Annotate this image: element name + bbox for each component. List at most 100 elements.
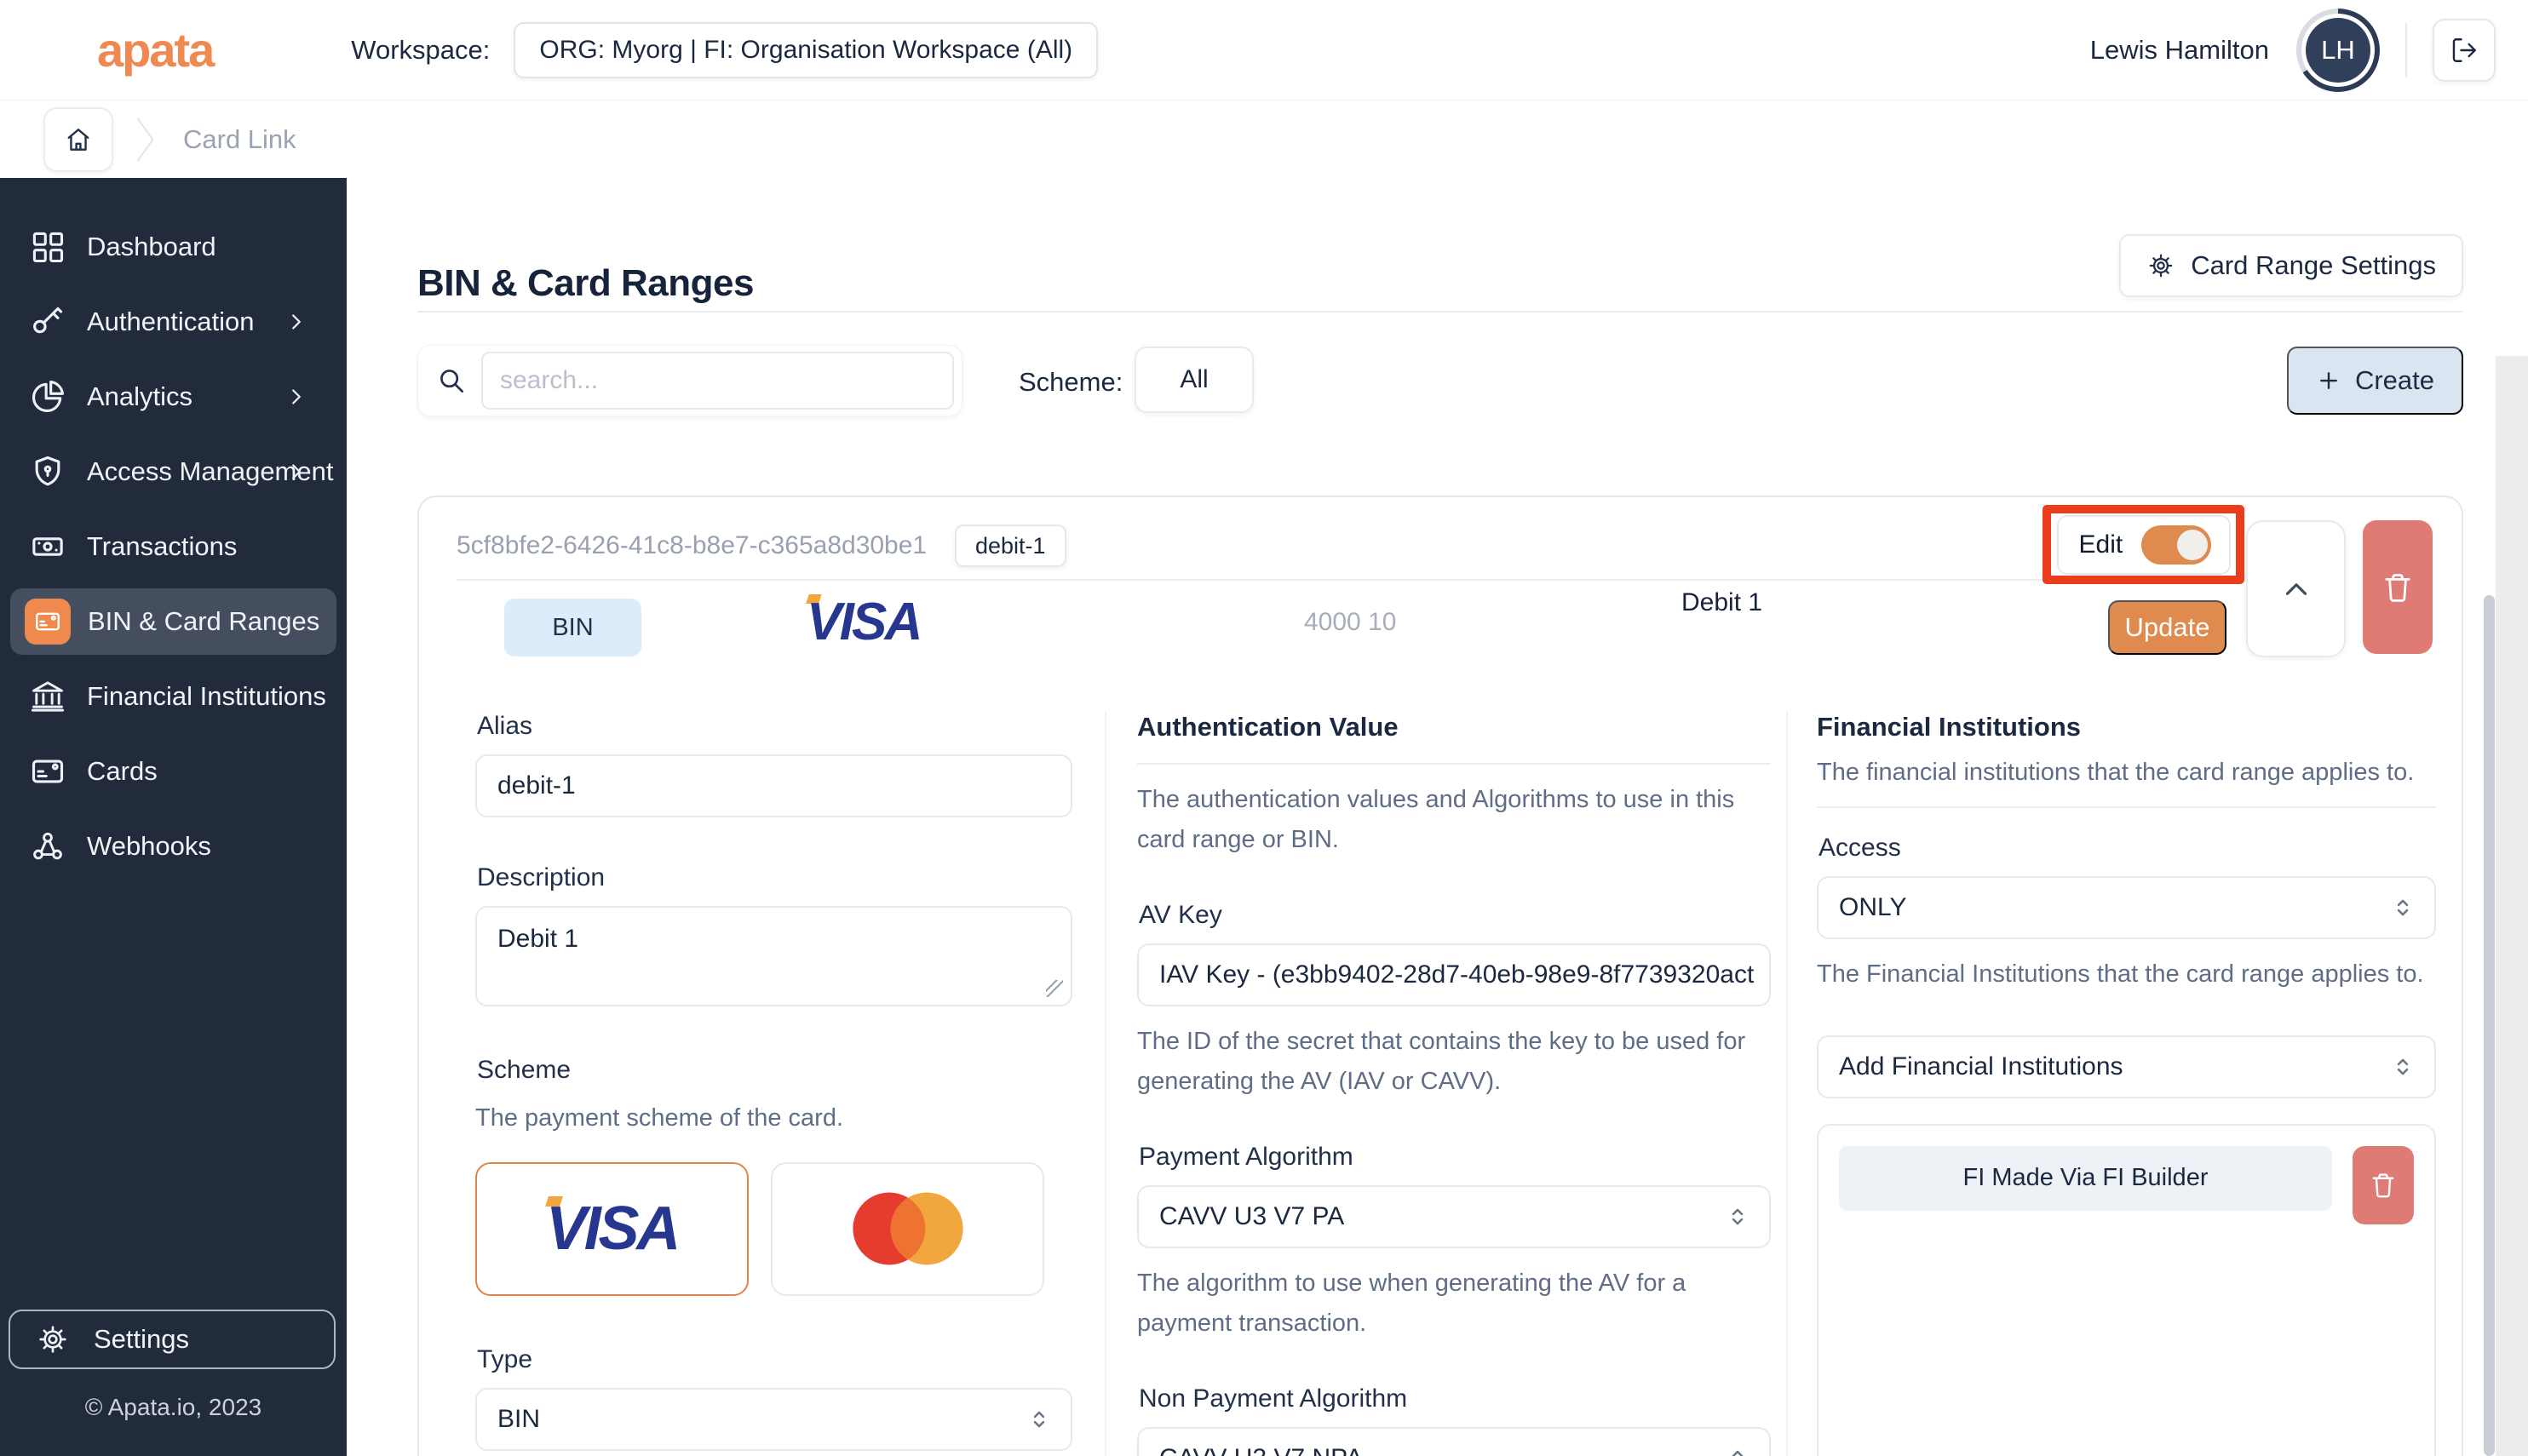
trash-icon [2380,570,2416,605]
mastercard-logo [836,1182,980,1275]
av-key-help: The ID of the secret that contains the k… [1137,1022,1771,1102]
search-input[interactable] [481,352,954,410]
payment-algorithm-select[interactable]: CAVV U3 V7 PA [1137,1185,1771,1248]
webhook-icon [29,828,66,865]
gear-icon [36,1322,70,1356]
bin-range-card: 5cf8bfe2-6426-41c8-b8e7-c365a8d30be1 deb… [417,496,2463,1456]
sidebar-item-webhooks[interactable]: Webhooks [10,813,336,880]
home-icon [63,124,94,155]
breadcrumb-chevron-icon [135,115,156,164]
fi-list-item: FI Made Via FI Builder [1839,1146,2414,1224]
access-help: The Financial Institutions that the card… [1817,954,2436,995]
description-field[interactable]: Debit 1 [475,906,1072,1006]
top-bar: apata Workspace: ORG: Myorg | FI: Organi… [0,0,2528,100]
credit-card-icon [29,753,66,790]
scrollbar-thumb[interactable] [2484,595,2495,1456]
access-select[interactable]: ONLY [1817,876,2436,939]
sidebar-item-bin-card-ranges[interactable]: BIN & Card Ranges [10,588,336,655]
card-header: 5cf8bfe2-6426-41c8-b8e7-c365a8d30be1 deb… [419,497,2462,664]
updown-icon [1025,1405,1054,1434]
breadcrumb: Card Link [0,100,2528,179]
auth-help: The authentication values and Algorithms… [1137,780,1771,860]
updown-icon [1723,1444,1752,1456]
fi-name: FI Made Via FI Builder [1839,1146,2332,1211]
delete-range-button[interactable] [2363,520,2433,654]
sidebar-item-dashboard[interactable]: Dashboard [10,214,336,280]
payment-algorithm-help: The algorithm to use when generating the… [1137,1264,1771,1344]
scheme-option-visa[interactable]: VISA [475,1162,749,1296]
home-button[interactable] [43,107,113,172]
topbar-divider [2405,23,2407,77]
search-icon [435,364,468,397]
alias-field[interactable] [475,754,1072,817]
sidebar-settings-button[interactable]: Settings [9,1310,336,1369]
fi-help: The financial institutions that the card… [1817,753,2436,793]
chevron-right-icon [284,384,309,410]
page-title: BIN & Card Ranges [417,262,754,305]
column-general: Alias Description Debit 1 Scheme The pay… [475,712,1106,1456]
trash-icon [2368,1170,2399,1201]
scheme-filter-all-button[interactable]: All [1135,347,1254,413]
type-badge: BIN [504,599,641,656]
scheme-filter-label: Scheme: [1019,367,1123,398]
scheme-label: Scheme [477,1056,1072,1085]
logout-icon [2450,36,2479,65]
av-key-field[interactable]: IAV Key - (e3bb9402-28d7-40eb-98e9-8f773… [1137,943,1771,1006]
create-button[interactable]: Create [2287,347,2463,415]
form-columns: Alias Description Debit 1 Scheme The pay… [419,664,2462,1456]
type-label: Type [477,1345,1072,1374]
sidebar-item-financial-institutions[interactable]: Financial Institutions [10,663,336,730]
updown-icon [1723,1202,1752,1231]
shield-icon [29,453,66,490]
key-icon [29,303,66,341]
scrollbar-track[interactable] [2496,356,2528,1456]
workspace-label: Workspace: [351,35,490,66]
chevron-right-icon [284,309,309,335]
alias-label: Alias [477,712,1072,741]
scheme-option-mastercard[interactable] [771,1162,1044,1296]
sidebar-item-authentication[interactable]: Authentication [10,289,336,355]
update-button[interactable]: Update [2108,600,2226,655]
chevron-right-icon [284,459,309,484]
banknote-icon [29,528,66,565]
card-header-divider [457,579,2043,581]
edit-label: Edit [2079,530,2123,559]
card-range-settings-button[interactable]: Card Range Settings [2119,234,2463,297]
user-name: Lewis Hamilton [2090,35,2269,66]
logout-button[interactable] [2433,19,2496,82]
scheme-help: The payment scheme of the card. [475,1098,1072,1138]
edit-toggle-annotation: Edit [2043,505,2244,584]
remove-fi-button[interactable] [2353,1146,2414,1224]
search-box [417,345,962,416]
edit-toggle[interactable] [2141,525,2211,565]
title-divider [417,311,2463,312]
updown-icon [2388,893,2417,922]
sidebar-item-transactions[interactable]: Transactions [10,513,336,580]
apata-logo: apata [97,22,213,77]
app-window: apata Workspace: ORG: Myorg | FI: Organi… [0,0,2528,1456]
card-icon-tile [25,599,71,645]
access-label: Access [1818,834,2436,863]
auth-heading: Authentication Value [1137,712,1771,765]
av-key-label: AV Key [1139,901,1771,930]
avatar[interactable]: LH [2296,9,2380,92]
add-financial-institutions-select[interactable]: Add Financial Institutions [1817,1035,2436,1098]
sidebar: Dashboard Authentication Analytics Acces… [0,178,347,1456]
resize-handle[interactable] [1046,980,1063,997]
sidebar-item-analytics[interactable]: Analytics [10,364,336,430]
non-payment-algorithm-select[interactable]: CAVV U3 V7 NPA [1137,1427,1771,1456]
main-content: BIN & Card Ranges Card Range Settings Sc… [347,178,2528,1456]
sidebar-nav: Dashboard Authentication Analytics Acces… [0,178,347,880]
gear-icon [2146,251,2175,280]
column-authentication: Authentication Value The authentication … [1106,712,1788,1456]
workspace-selector[interactable]: ORG: Myorg | FI: Organisation Workspace … [514,22,1098,78]
collapse-button[interactable] [2246,520,2346,657]
bin-value-preview: 4000 10 [1304,608,1396,637]
fi-heading: Financial Institutions [1817,712,2436,742]
sidebar-item-cards[interactable]: Cards [10,738,336,805]
edit-toggle-group: Edit [2057,515,2231,575]
topbar-user-area: Lewis Hamilton LH [2090,9,2496,92]
chevron-up-icon [2278,571,2314,607]
sidebar-item-access-management[interactable]: Access Management [10,439,336,505]
type-select[interactable]: BIN [475,1388,1072,1451]
